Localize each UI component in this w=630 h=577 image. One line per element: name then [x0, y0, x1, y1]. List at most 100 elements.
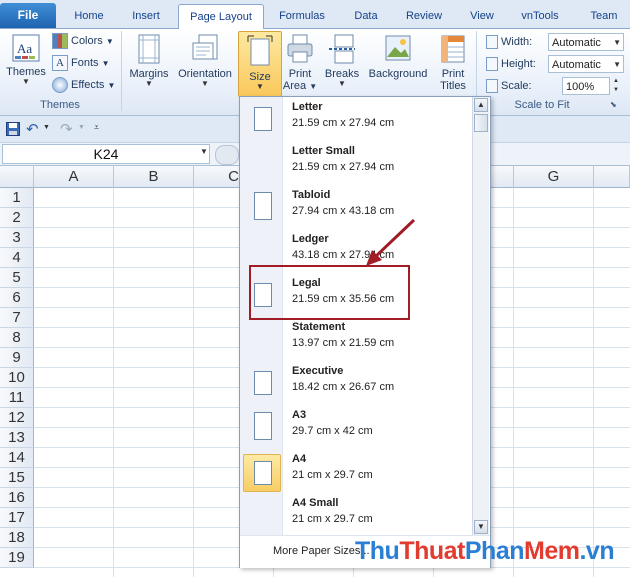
- row-header[interactable]: 6: [0, 288, 34, 308]
- menu-item-a4-small[interactable]: A4 Small 21 cm x 29.7 cm: [240, 493, 472, 537]
- item-name: A3: [292, 409, 307, 421]
- chevron-down-icon[interactable]: ▼: [200, 147, 208, 156]
- menu-item-tabloid[interactable]: Tabloid 27.94 cm x 43.18 cm: [240, 185, 472, 229]
- formula-bar-splitter[interactable]: [215, 145, 239, 165]
- size-button[interactable]: Size ▼: [238, 31, 282, 97]
- redo-icon[interactable]: ↷: [60, 120, 73, 138]
- breaks-button[interactable]: Breaks ▼: [322, 33, 362, 88]
- scale-spin-arrows[interactable]: ▲ ▼: [610, 77, 622, 95]
- print-area-label-2: Area: [282, 80, 307, 92]
- row-header[interactable]: 7: [0, 308, 34, 328]
- menu-scrollbar[interactable]: ▲ ▼: [472, 97, 489, 535]
- print-area-label-1: Print: [288, 68, 312, 80]
- menu-item-letter-small[interactable]: Letter Small 21.59 cm x 27.94 cm: [240, 141, 472, 185]
- save-icon[interactable]: [6, 122, 20, 136]
- row-header[interactable]: 12: [0, 408, 34, 428]
- fonts-button[interactable]: A Fonts ▼: [52, 54, 110, 72]
- effects-label: Effects: [71, 79, 105, 91]
- tab-home[interactable]: Home: [64, 6, 114, 26]
- row-header[interactable]: 5: [0, 268, 34, 288]
- height-label: Height:: [486, 55, 536, 73]
- chevron-down-icon[interactable]: ▼: [78, 124, 85, 131]
- row-header[interactable]: 15: [0, 468, 34, 488]
- tab-review[interactable]: Review: [398, 6, 450, 26]
- chevron-down-icon[interactable]: ▼: [43, 124, 50, 131]
- chevron-down-icon: ▼: [338, 79, 346, 88]
- scale-spinner[interactable]: 100%: [562, 77, 610, 95]
- select-all-corner[interactable]: [0, 166, 34, 188]
- menu-item-a3[interactable]: A3 29.7 cm x 42 cm: [240, 405, 472, 449]
- ribbon-tab-bar: File Home Insert Page Layout Formulas Da…: [0, 0, 630, 29]
- row-header[interactable]: 16: [0, 488, 34, 508]
- print-area-button[interactable]: Print Area ▼: [282, 33, 318, 93]
- customize-qat-icon[interactable]: ⩡: [94, 122, 99, 133]
- row-header[interactable]: 10: [0, 368, 34, 388]
- item-name: A4 Small: [292, 497, 339, 509]
- print-titles-button[interactable]: Print Titles: [434, 33, 472, 92]
- tab-page-layout[interactable]: Page Layout: [178, 4, 264, 29]
- column-header[interactable]: [594, 166, 630, 188]
- column-gridline: [113, 188, 114, 577]
- effects-button[interactable]: Effects ▼: [52, 76, 115, 94]
- height-label-text: Height:: [501, 58, 536, 70]
- row-header[interactable]: 13: [0, 428, 34, 448]
- page-icon: [254, 461, 272, 485]
- watermark-part: Phan: [464, 537, 525, 565]
- row-header[interactable]: 17: [0, 508, 34, 528]
- page-icon: [254, 371, 272, 395]
- row-header[interactable]: 18: [0, 528, 34, 548]
- watermark-part: .vn: [579, 537, 615, 565]
- menu-item-statement[interactable]: Statement 13.97 cm x 21.59 cm: [240, 317, 472, 361]
- fonts-label: Fonts: [71, 57, 99, 69]
- undo-icon[interactable]: ↶: [26, 120, 39, 138]
- fonts-icon: A: [52, 55, 68, 72]
- row-header[interactable]: 9: [0, 348, 34, 368]
- item-dimensions: 13.97 cm x 21.59 cm: [292, 337, 395, 349]
- scroll-down-icon[interactable]: ▼: [474, 520, 488, 534]
- tab-formulas[interactable]: Formulas: [271, 6, 333, 26]
- menu-item-letter[interactable]: Letter 21.59 cm x 27.94 cm: [240, 97, 472, 141]
- row-header[interactable]: 1: [0, 188, 34, 208]
- column-header[interactable]: A: [34, 166, 114, 188]
- scale-label: Scale:: [486, 77, 532, 95]
- menu-item-executive[interactable]: Executive 18.42 cm x 26.67 cm: [240, 361, 472, 405]
- page-icon: [254, 107, 272, 131]
- item-name: Statement: [292, 321, 346, 333]
- row-header[interactable]: 14: [0, 448, 34, 468]
- tab-vntools[interactable]: vnTools: [512, 6, 568, 26]
- scale-label-text: Scale:: [501, 80, 532, 92]
- background-button[interactable]: Background: [364, 33, 432, 80]
- orientation-button[interactable]: Orientation ▼: [174, 33, 236, 88]
- width-select[interactable]: Automatic ▼: [548, 33, 624, 51]
- row-header[interactable]: 4: [0, 248, 34, 268]
- tab-view[interactable]: View: [460, 6, 504, 26]
- dialog-launcher-icon[interactable]: ⬊: [610, 100, 620, 110]
- margins-button[interactable]: Margins ▼: [126, 33, 172, 88]
- themes-button[interactable]: Aa Themes ▼: [4, 33, 48, 86]
- tab-data[interactable]: Data: [344, 6, 388, 26]
- scroll-thumb[interactable]: [474, 114, 488, 132]
- background-label: Background: [368, 68, 428, 80]
- column-header[interactable]: G: [514, 166, 594, 188]
- row-header[interactable]: 11: [0, 388, 34, 408]
- row-header[interactable]: 2: [0, 208, 34, 228]
- tab-file[interactable]: File: [0, 3, 56, 28]
- item-dimensions: 18.42 cm x 26.67 cm: [292, 381, 395, 393]
- colors-button[interactable]: Colors ▼: [52, 32, 114, 50]
- height-select[interactable]: Automatic ▼: [548, 55, 624, 73]
- row-header[interactable]: 19: [0, 548, 34, 568]
- row-header[interactable]: 3: [0, 228, 34, 248]
- menu-item-a4[interactable]: A4 21 cm x 29.7 cm: [240, 449, 472, 493]
- scroll-up-icon[interactable]: ▲: [474, 98, 488, 112]
- name-box[interactable]: K24: [2, 144, 210, 164]
- tab-insert[interactable]: Insert: [122, 6, 170, 26]
- print-titles-icon: [441, 35, 465, 63]
- chevron-down-icon: ▼: [256, 82, 264, 91]
- row-header[interactable]: 8: [0, 328, 34, 348]
- print-area-icon: [287, 34, 313, 63]
- column-header[interactable]: B: [114, 166, 194, 188]
- page-size-icon: [247, 35, 273, 66]
- item-name: Executive: [292, 365, 344, 377]
- chevron-down-icon: ▼: [201, 79, 209, 88]
- tab-team[interactable]: Team: [584, 6, 624, 26]
